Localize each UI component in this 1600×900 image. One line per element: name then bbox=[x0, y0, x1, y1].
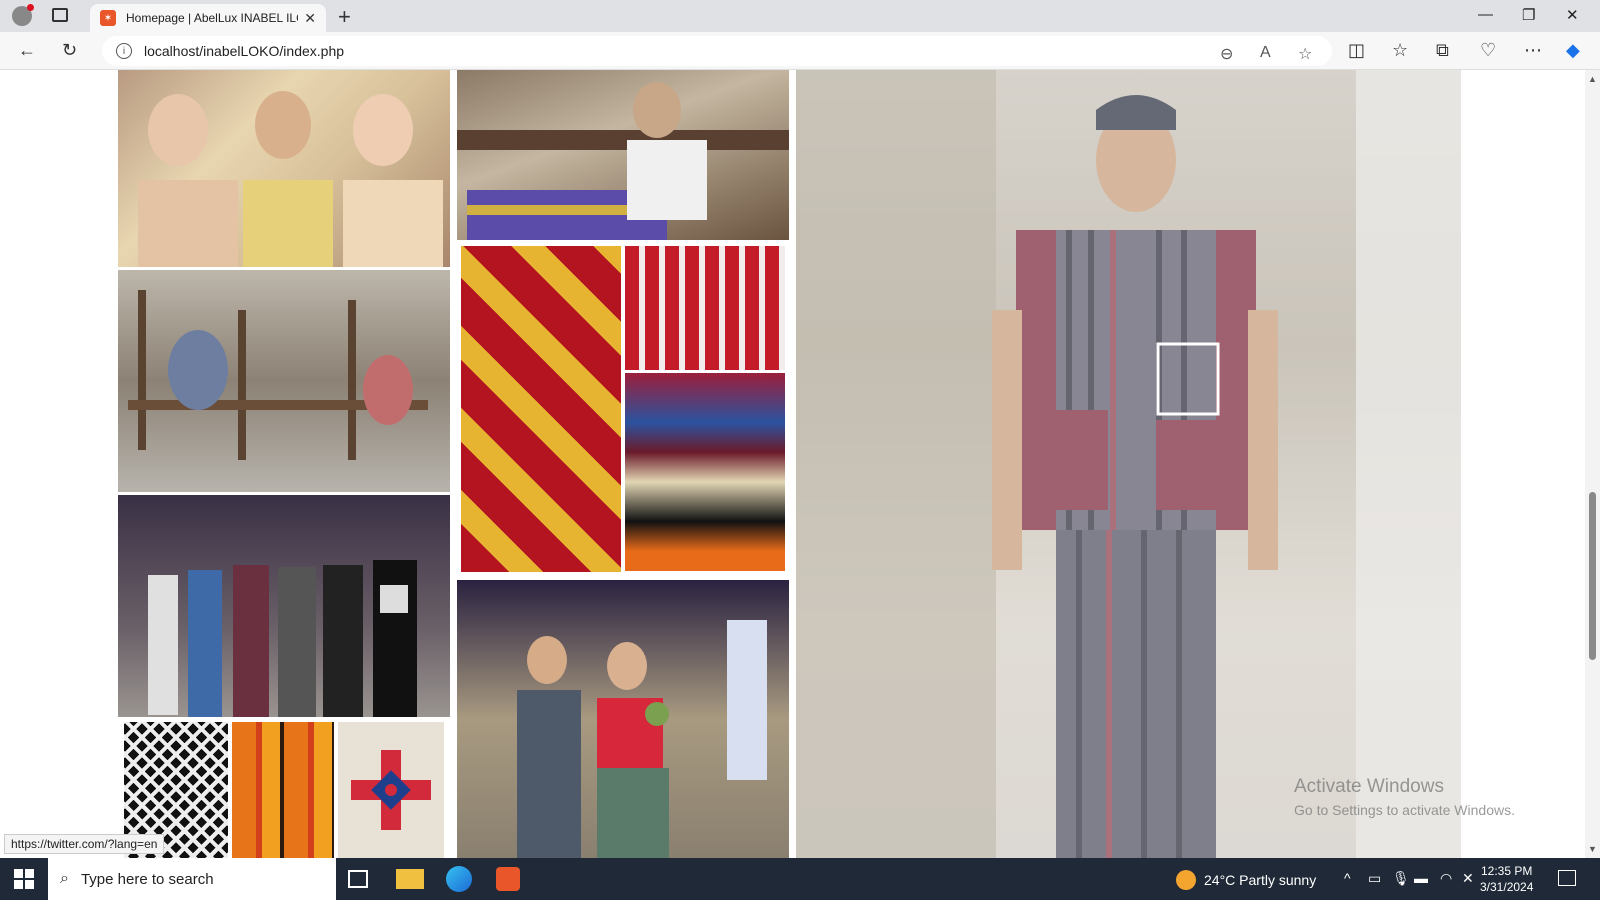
scroll-up-icon[interactable]: ▲ bbox=[1588, 74, 1597, 84]
browser-essentials-icon[interactable]: ♡ bbox=[1480, 40, 1496, 61]
tab-title: Homepage | AbelLux INABEL ILO bbox=[126, 11, 299, 25]
edge-browser-icon[interactable] bbox=[446, 866, 472, 892]
activate-windows-watermark: Activate Windows Go to Settings to activ… bbox=[1294, 776, 1515, 818]
close-tab-icon[interactable]: ✕ bbox=[304, 10, 316, 27]
split-screen-icon[interactable]: ◫ bbox=[1348, 40, 1365, 61]
stacked-inabel-fabrics-photo[interactable] bbox=[625, 373, 785, 571]
male-model-striped-suit-photo[interactable] bbox=[796, 70, 1461, 858]
weather-text: 24°C Partly sunny bbox=[1204, 872, 1317, 888]
new-tab-icon[interactable]: + bbox=[338, 4, 351, 30]
models-runway-lineup-photo[interactable] bbox=[118, 495, 450, 717]
volume-muted-icon[interactable]: ✕ bbox=[1462, 870, 1474, 887]
wifi-icon[interactable]: ◠ bbox=[1440, 870, 1452, 887]
meet-now-icon[interactable]: ▭ bbox=[1368, 870, 1381, 887]
more-menu-icon[interactable]: ⋯ bbox=[1524, 40, 1542, 61]
weavers-in-workshop-photo[interactable] bbox=[118, 270, 450, 492]
microphone-icon[interactable]: 🎙 bbox=[1392, 870, 1410, 887]
restore-icon[interactable]: ❐ bbox=[1522, 6, 1535, 24]
page-viewport bbox=[0, 70, 1585, 858]
elderly-weaver-at-loom-photo[interactable] bbox=[457, 70, 789, 240]
clock-time: 12:35 PM bbox=[1481, 864, 1533, 878]
collections-icon[interactable]: ⧉ bbox=[1436, 40, 1449, 61]
red-blue-motif-swatch[interactable] bbox=[338, 722, 444, 858]
three-elderly-women-photo[interactable] bbox=[118, 70, 450, 267]
notification-dot bbox=[27, 4, 34, 11]
copilot-icon[interactable]: ◆ bbox=[1566, 40, 1580, 61]
url-text[interactable]: localhost/inabelLOKO/index.php bbox=[144, 43, 344, 59]
close-window-icon[interactable]: ✕ bbox=[1566, 6, 1579, 24]
browser-toolbar: ← ↻ i localhost/inabelLOKO/index.php ⊖ A… bbox=[0, 32, 1600, 70]
minimize-icon[interactable]: — bbox=[1478, 6, 1493, 23]
browser-tab[interactable]: ✶ Homepage | AbelLux INABEL ILO ✕ bbox=[90, 4, 326, 32]
activate-windows-subtitle: Go to Settings to activate Windows. bbox=[1294, 802, 1515, 818]
search-icon: ⌕ bbox=[60, 870, 69, 887]
start-button[interactable] bbox=[14, 869, 34, 889]
app-taskbar-icon[interactable] bbox=[496, 867, 520, 891]
red-yellow-inabel-fabric-photo[interactable] bbox=[461, 246, 621, 572]
favorite-star-icon[interactable]: ☆ bbox=[1298, 44, 1312, 64]
activate-windows-title: Activate Windows bbox=[1294, 776, 1444, 797]
system-clock[interactable]: 12:35 PM 3/31/2024 bbox=[1480, 863, 1533, 895]
site-info-icon[interactable]: i bbox=[116, 43, 132, 59]
favicon-icon: ✶ bbox=[100, 10, 116, 26]
refresh-icon[interactable]: ↻ bbox=[62, 40, 77, 61]
taskbar-search-box[interactable]: ⌕ Type here to search bbox=[48, 858, 336, 900]
profile-icon[interactable] bbox=[12, 4, 34, 26]
battery-icon[interactable]: ▬ bbox=[1414, 870, 1428, 886]
address-bar[interactable]: i localhost/inabelLOKO/index.php ⊖ A ☆ bbox=[102, 36, 1332, 66]
link-status-bubble: https://twitter.com/?lang=en bbox=[4, 834, 165, 854]
weather-widget[interactable]: 24°C Partly sunny bbox=[1176, 870, 1316, 890]
file-explorer-icon[interactable] bbox=[396, 869, 424, 889]
task-view-icon[interactable] bbox=[348, 870, 368, 888]
zoom-icon[interactable]: ⊖ bbox=[1220, 44, 1233, 64]
scroll-down-icon[interactable]: ▼ bbox=[1588, 844, 1597, 854]
couple-in-inabel-attire-photo[interactable] bbox=[457, 580, 789, 858]
show-hidden-icons[interactable]: ^ bbox=[1344, 870, 1351, 886]
favorites-icon[interactable]: ☆ bbox=[1392, 40, 1408, 61]
red-white-figure-fabric-photo[interactable] bbox=[625, 246, 785, 370]
notification-center-icon[interactable] bbox=[1558, 870, 1576, 886]
tab-actions-icon[interactable] bbox=[52, 8, 68, 22]
read-aloud-icon[interactable]: A bbox=[1260, 44, 1271, 62]
browser-titlebar: ✶ Homepage | AbelLux INABEL ILO ✕ + — ❐ … bbox=[0, 0, 1600, 32]
windows-taskbar: ⌕ Type here to search 24°C Partly sunny … bbox=[0, 858, 1600, 900]
orange-stripe-weave-swatch[interactable] bbox=[232, 722, 334, 858]
page-scrollbar[interactable]: ▲ ▼ bbox=[1585, 70, 1600, 858]
clock-date: 3/31/2024 bbox=[1480, 880, 1534, 894]
weather-icon bbox=[1176, 870, 1196, 890]
back-icon[interactable]: ← bbox=[18, 40, 36, 61]
search-placeholder: Type here to search bbox=[80, 870, 214, 888]
scrollbar-thumb[interactable] bbox=[1589, 492, 1596, 660]
